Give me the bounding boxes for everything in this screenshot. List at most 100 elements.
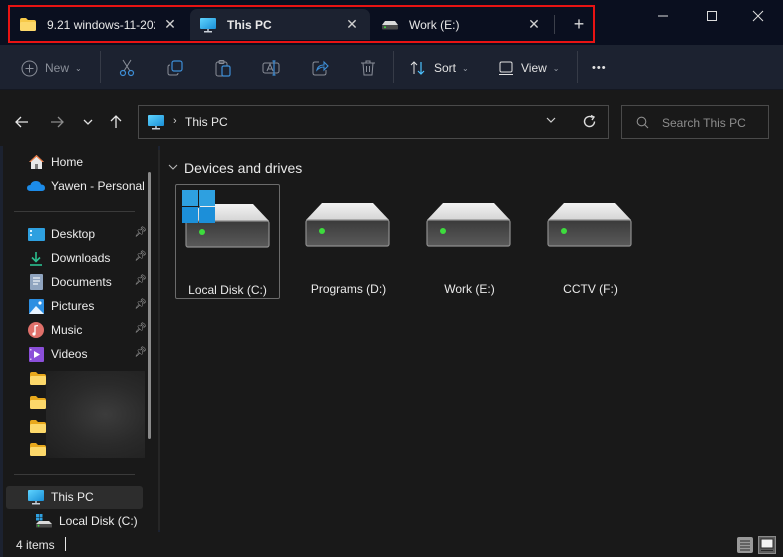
hard-drive-icon [426,203,511,247]
sidebar-item-documents[interactable]: Documents 📌︎ [27,271,147,293]
rename-button[interactable] [262,54,280,82]
drive-label: Local Disk (C:) [188,283,267,297]
search-input[interactable]: Search This PC [662,116,746,130]
pin-icon[interactable]: 📌︎ [134,227,147,238]
new-label: New [45,61,70,75]
windows-logo-icon [182,190,215,223]
sidebar-item-label: Videos [51,347,88,361]
drive-tile-d[interactable]: Programs (D:) [296,184,401,299]
delete-icon [361,60,375,76]
forward-button[interactable] [45,110,69,134]
new-tab-button[interactable]: + [569,14,589,34]
see-more-button[interactable]: ••• [592,54,607,82]
paste-button[interactable] [214,54,232,82]
arrow-left-icon [15,116,28,128]
paste-icon [215,60,231,77]
group-title: Devices and drives [184,160,303,176]
tab-this-pc[interactable]: This PC ✕ [190,9,370,40]
pin-icon[interactable]: 📌︎ [134,323,147,334]
item-count: 4 items [16,538,55,552]
details-view-button[interactable] [736,536,754,554]
pin-icon[interactable]: 📌︎ [134,251,147,262]
sidebar-divider [14,211,135,212]
search-box[interactable]: Search This PC [621,105,769,139]
chevron-down-icon: ⌄ [552,63,560,73]
sidebar-item-local-disk-c[interactable]: Local Disk (C:) [35,510,145,532]
search-icon [636,116,649,132]
maximize-button[interactable] [692,3,732,29]
cut-icon [119,59,135,77]
tab-folder[interactable]: 9.21 windows-11-202 ✕ [10,9,188,40]
sidebar-item-pictures[interactable]: Pictures 📌︎ [27,295,147,317]
breadcrumb-chevron-icon[interactable]: › [173,115,177,127]
share-button[interactable] [311,54,329,82]
drive-icon [381,17,399,33]
sort-icon [410,61,425,75]
downloads-icon [27,249,45,267]
folder-icon[interactable] [30,443,46,456]
drive-label: Work (E:) [444,282,495,296]
pin-icon[interactable]: 📌︎ [134,275,147,286]
back-button[interactable] [10,110,34,134]
cut-button[interactable] [118,54,136,82]
drive-label: Programs (D:) [310,282,387,296]
documents-icon [27,273,45,291]
navigation-pane-scrollbar[interactable] [148,172,151,439]
rename-icon [262,60,280,76]
onedrive-icon [27,177,45,195]
folder-icon[interactable] [30,372,46,385]
sort-button[interactable]: Sort ⌄ [409,54,469,82]
recent-locations-button[interactable] [76,110,100,134]
new-button[interactable]: New ⌄ [21,54,82,82]
tab-close-button[interactable]: ✕ [162,16,178,32]
up-button[interactable] [104,110,128,134]
view-label: View [521,61,547,75]
drive-tile-e[interactable]: Work (E:) [417,184,522,299]
sidebar-item-home[interactable]: Home [27,151,147,173]
plus-circle-icon [21,60,38,76]
drive-tile-c[interactable]: Local Disk (C:) [175,184,280,299]
address-history-dropdown[interactable] [546,115,556,128]
sidebar-item-downloads[interactable]: Downloads 📌︎ [27,247,147,269]
sidebar-item-label: Yawen - Personal [51,179,145,193]
sidebar-item-desktop[interactable]: Desktop 📌︎ [27,223,147,245]
pin-icon[interactable]: 📌︎ [134,347,147,358]
sidebar-item-onedrive[interactable]: Yawen - Personal [27,175,167,197]
sidebar-item-music[interactable]: Music 📌︎ [27,319,147,341]
tab-label: 9.21 windows-11-202 [47,17,155,32]
details-view-icon [737,537,753,553]
tab-label: Work (E:) [409,17,460,32]
tab-close-button[interactable]: ✕ [526,16,542,32]
sidebar-item-videos[interactable]: Videos 📌︎ [27,343,147,365]
arrow-up-icon [110,115,122,128]
copy-button[interactable] [166,54,184,82]
refresh-button[interactable] [582,114,597,132]
tab-work-drive[interactable]: Work (E:) ✕ [372,9,552,40]
this-pc-icon [27,488,45,506]
sidebar-item-label: Local Disk (C:) [59,514,138,528]
chevron-down-icon [546,117,556,123]
folder-icon[interactable] [30,396,46,409]
pin-icon[interactable]: 📌︎ [134,299,147,310]
status-bar: 4 items [0,532,783,557]
address-bar[interactable]: › This PC [138,105,609,139]
close-window-button[interactable] [738,3,778,29]
tab-separator [554,15,555,34]
group-header-devices[interactable]: Devices and drives [168,160,302,176]
sidebar-item-label: Downloads [51,251,111,265]
refresh-icon [583,114,596,128]
view-button[interactable]: View ⌄ [498,54,560,82]
tab-close-button[interactable]: ✕ [344,16,360,32]
breadcrumb-this-pc[interactable]: This PC [185,115,228,129]
tiles-view-button[interactable] [758,536,776,554]
delete-button[interactable] [359,54,377,82]
view-icon [499,61,513,75]
sidebar-item-label: Home [51,155,84,169]
folder-icon[interactable] [30,420,46,433]
music-icon [27,321,45,339]
sidebar-item-this-pc[interactable]: This PC [27,486,147,508]
minimize-button[interactable] [643,3,683,29]
this-pc-icon [147,114,165,133]
chevron-down-icon: ⌄ [462,63,469,73]
drive-tile-f[interactable]: CCTV (F:) [538,184,643,299]
